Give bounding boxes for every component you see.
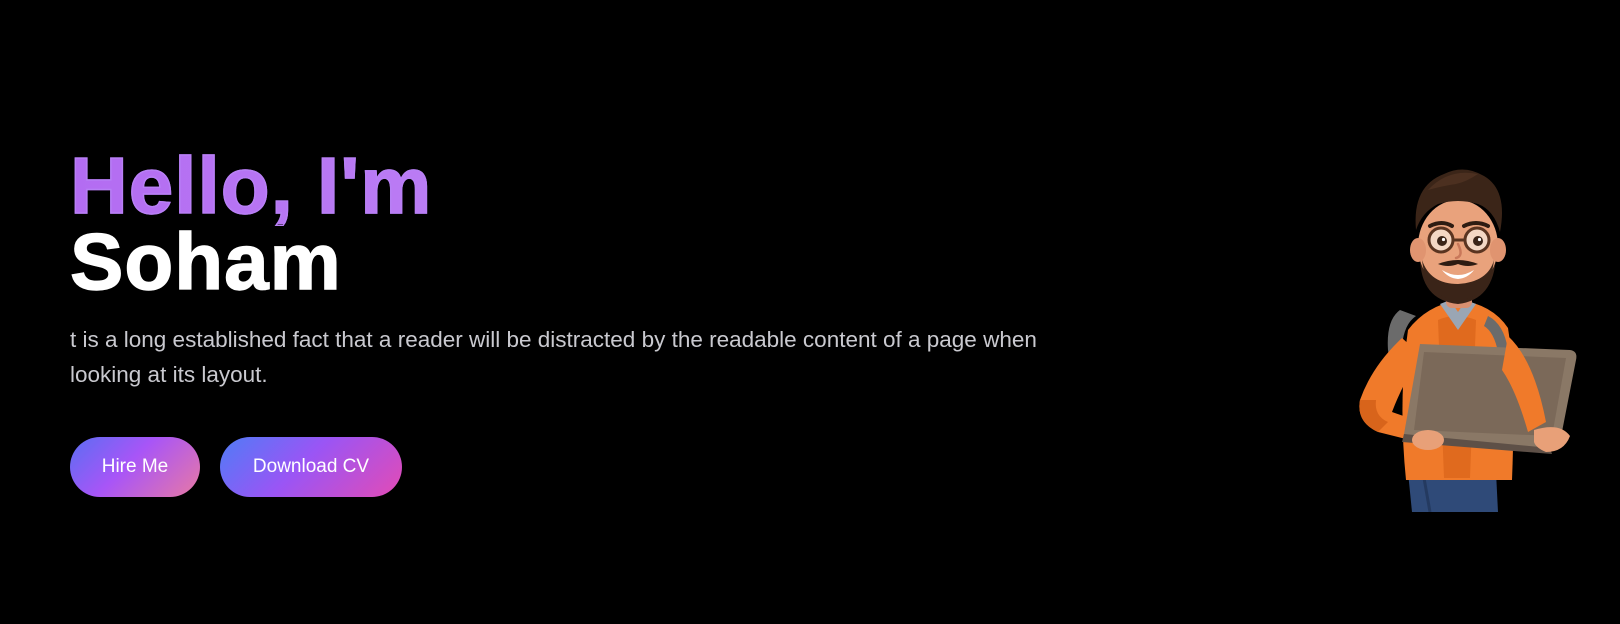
hire-me-button[interactable]: Hire Me: [70, 437, 200, 497]
hero-name: Soham: [69, 217, 342, 306]
download-cv-button[interactable]: Download CV: [220, 437, 402, 497]
hero-intro: Hello, I'm Soham t is a long established…: [69, 145, 1110, 392]
developer-avatar-image: [1359, 169, 1577, 512]
hero-section: Hello, I'm Soham t is a long established…: [0, 0, 1620, 624]
hero-actions: Hire Me Download CV: [70, 437, 402, 497]
hero-description: t is a long established fact that a read…: [70, 327, 1037, 387]
hero-greeting: Hello, I'm: [69, 145, 1110, 226]
